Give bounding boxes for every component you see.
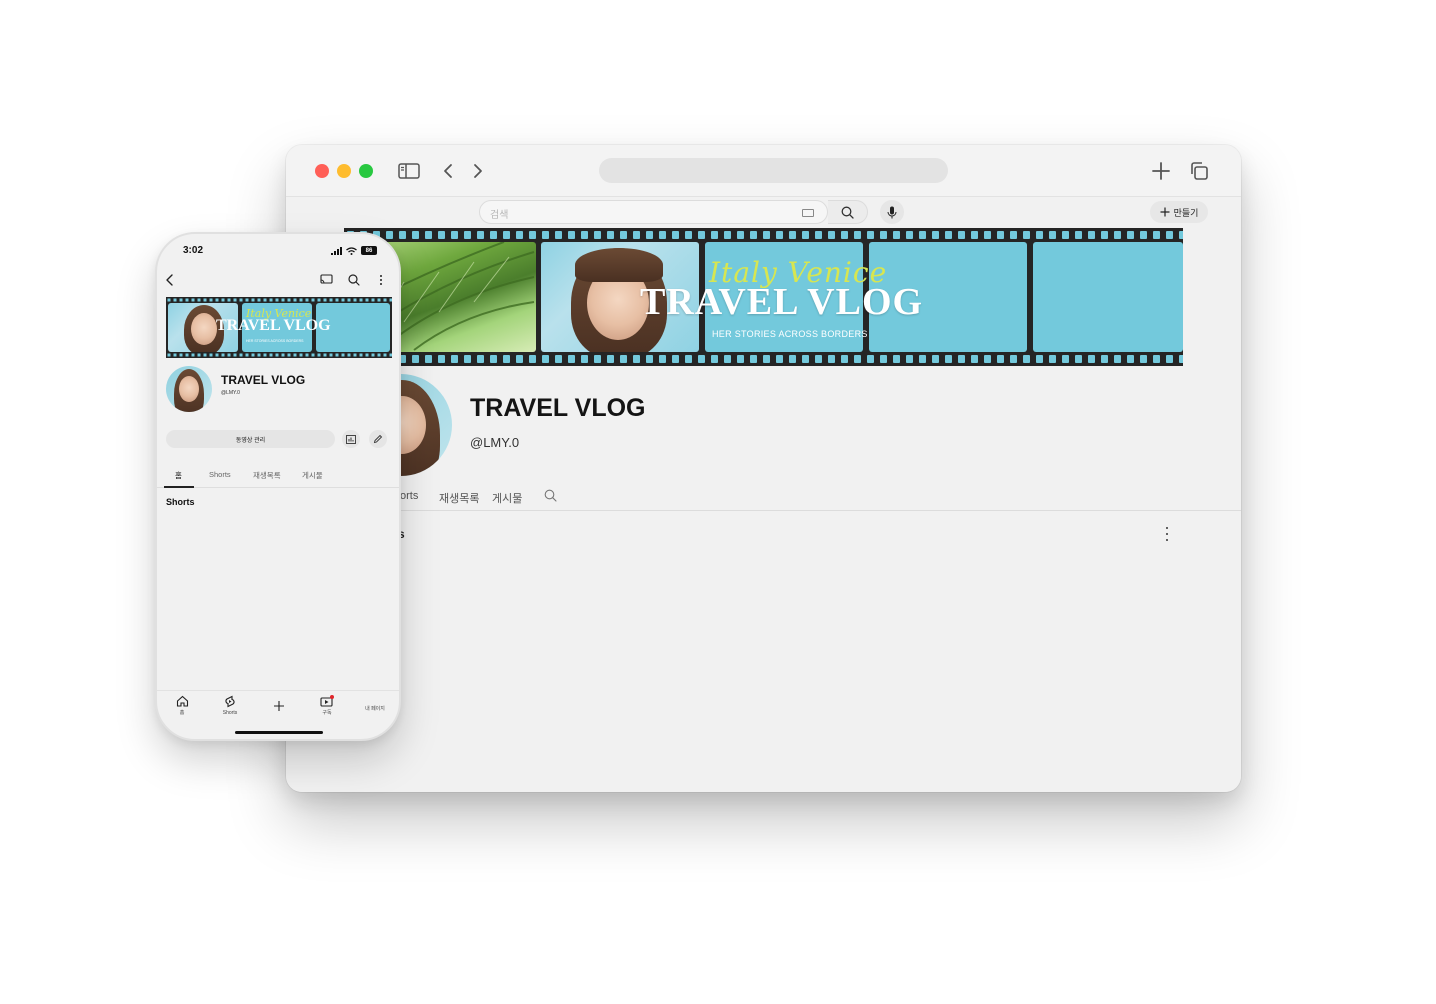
tab-posts[interactable]: 게시물 [492,490,522,506]
banner-title: TRAVEL VLOG [640,281,924,323]
nav-shorts[interactable]: Shorts [215,695,245,716]
create-button[interactable]: 만들기 [1150,201,1208,223]
minimize-window-button[interactable] [337,164,351,178]
maximize-window-button[interactable] [359,164,373,178]
phone-channel-tabs: 홈 Shorts 재생목록 게시물 [157,468,399,488]
nav-home-label: 홈 [179,710,185,716]
plus-icon [274,701,284,711]
subscriptions-icon [320,695,334,707]
nav-profile[interactable]: 내 페이지 [360,703,390,712]
back-arrow-icon[interactable] [165,274,175,286]
tab-search-icon[interactable] [544,489,557,507]
address-bar[interactable] [599,158,948,183]
search-icon[interactable] [348,274,360,286]
manage-videos-button[interactable]: 동영상 관리 [166,430,335,448]
phone-section-title: Shorts [166,497,195,507]
forward-chevron-icon[interactable] [466,159,490,183]
voice-search-button[interactable] [880,200,904,224]
phone-channel-avatar[interactable] [166,366,212,412]
nav-home[interactable]: 홈 [167,695,197,716]
status-time: 3:02 [183,245,204,256]
search-button[interactable] [828,200,868,224]
back-chevron-icon[interactable] [436,159,460,183]
home-icon [176,695,188,707]
nav-subscriptions-label: 구독 [322,710,332,716]
battery-icon: 86 [361,246,377,255]
nav-create[interactable] [264,700,294,712]
search-input[interactable]: 검색 [479,200,828,224]
phone-channel-handle: @LMY.0 [221,390,240,396]
phone-tab-posts[interactable]: 게시물 [302,470,323,481]
analytics-icon[interactable] [342,430,360,448]
nav-shorts-label: Shorts [222,710,238,716]
browser-titlebar [286,145,1241,197]
close-window-button[interactable] [315,164,329,178]
phone-channel-name: TRAVEL VLOG [221,373,306,387]
channel-name: TRAVEL VLOG [470,394,646,422]
home-indicator [235,731,323,734]
more-vertical-icon[interactable] [379,274,383,286]
phone-tab-playlists[interactable]: 재생목록 [253,470,281,481]
youtube-channel-page: 검색 만들기 Italy Venice TRAVEL VLOG HER STOR… [286,197,1241,792]
sky-frame-3 [1033,242,1183,352]
channel-tabs: orts 재생목록 게시물 [286,489,1241,511]
phone-perforation-bottom [166,352,392,358]
banner-subtitle: HER STORIES ACROSS BORDERS [712,329,868,339]
nav-profile-label: 내 페이지 [365,706,385,712]
tab-overview-icon[interactable] [1187,159,1211,183]
nav-subscriptions[interactable]: 구독 [312,695,342,716]
phone-mockup: 3:02 86 Italy Venice TRAVEL VLOG HER STO… [155,232,401,741]
search-placeholder: 검색 [490,210,509,221]
wifi-icon [346,246,357,255]
phone-banner-title: TRAVEL VLOG [216,317,331,334]
phone-tab-shorts[interactable]: Shorts [209,470,231,479]
active-tab-indicator [164,486,194,488]
edit-pencil-icon[interactable] [369,430,387,448]
tab-shorts[interactable]: orts [400,490,418,502]
plus-icon [1160,207,1170,217]
cast-icon[interactable] [320,274,333,285]
film-perforation-top [344,228,1183,242]
phone-banner-subtitle: HER STORIES ACROSS BORDERS [246,339,304,343]
create-button-label: 만들기 [1173,207,1199,218]
tab-playlists[interactable]: 재생목록 [439,490,479,506]
more-options-icon[interactable] [1164,527,1170,541]
phone-tab-home[interactable]: 홈 [175,470,182,481]
shorts-icon [225,695,235,708]
phone-channel-banner: Italy Venice TRAVEL VLOG HER STORIES ACR… [166,297,392,358]
microphone-icon [887,206,897,218]
phone-bottom-nav: 홈 Shorts 구독 내 페이지 [157,690,399,722]
channel-banner: Italy Venice TRAVEL VLOG HER STORIES ACR… [344,228,1183,366]
keyboard-icon[interactable] [802,209,814,217]
search-icon [841,206,854,219]
new-tab-plus-icon[interactable] [1149,159,1173,183]
film-perforation-bottom [344,352,1183,366]
sidebar-toggle-icon[interactable] [397,159,421,183]
channel-handle: @LMY.0 [470,435,520,450]
browser-window: 검색 만들기 Italy Venice TRAVEL VLOG HER STOR… [286,145,1241,792]
signal-icon [331,246,342,255]
status-bar-icons: 86 [331,246,377,255]
